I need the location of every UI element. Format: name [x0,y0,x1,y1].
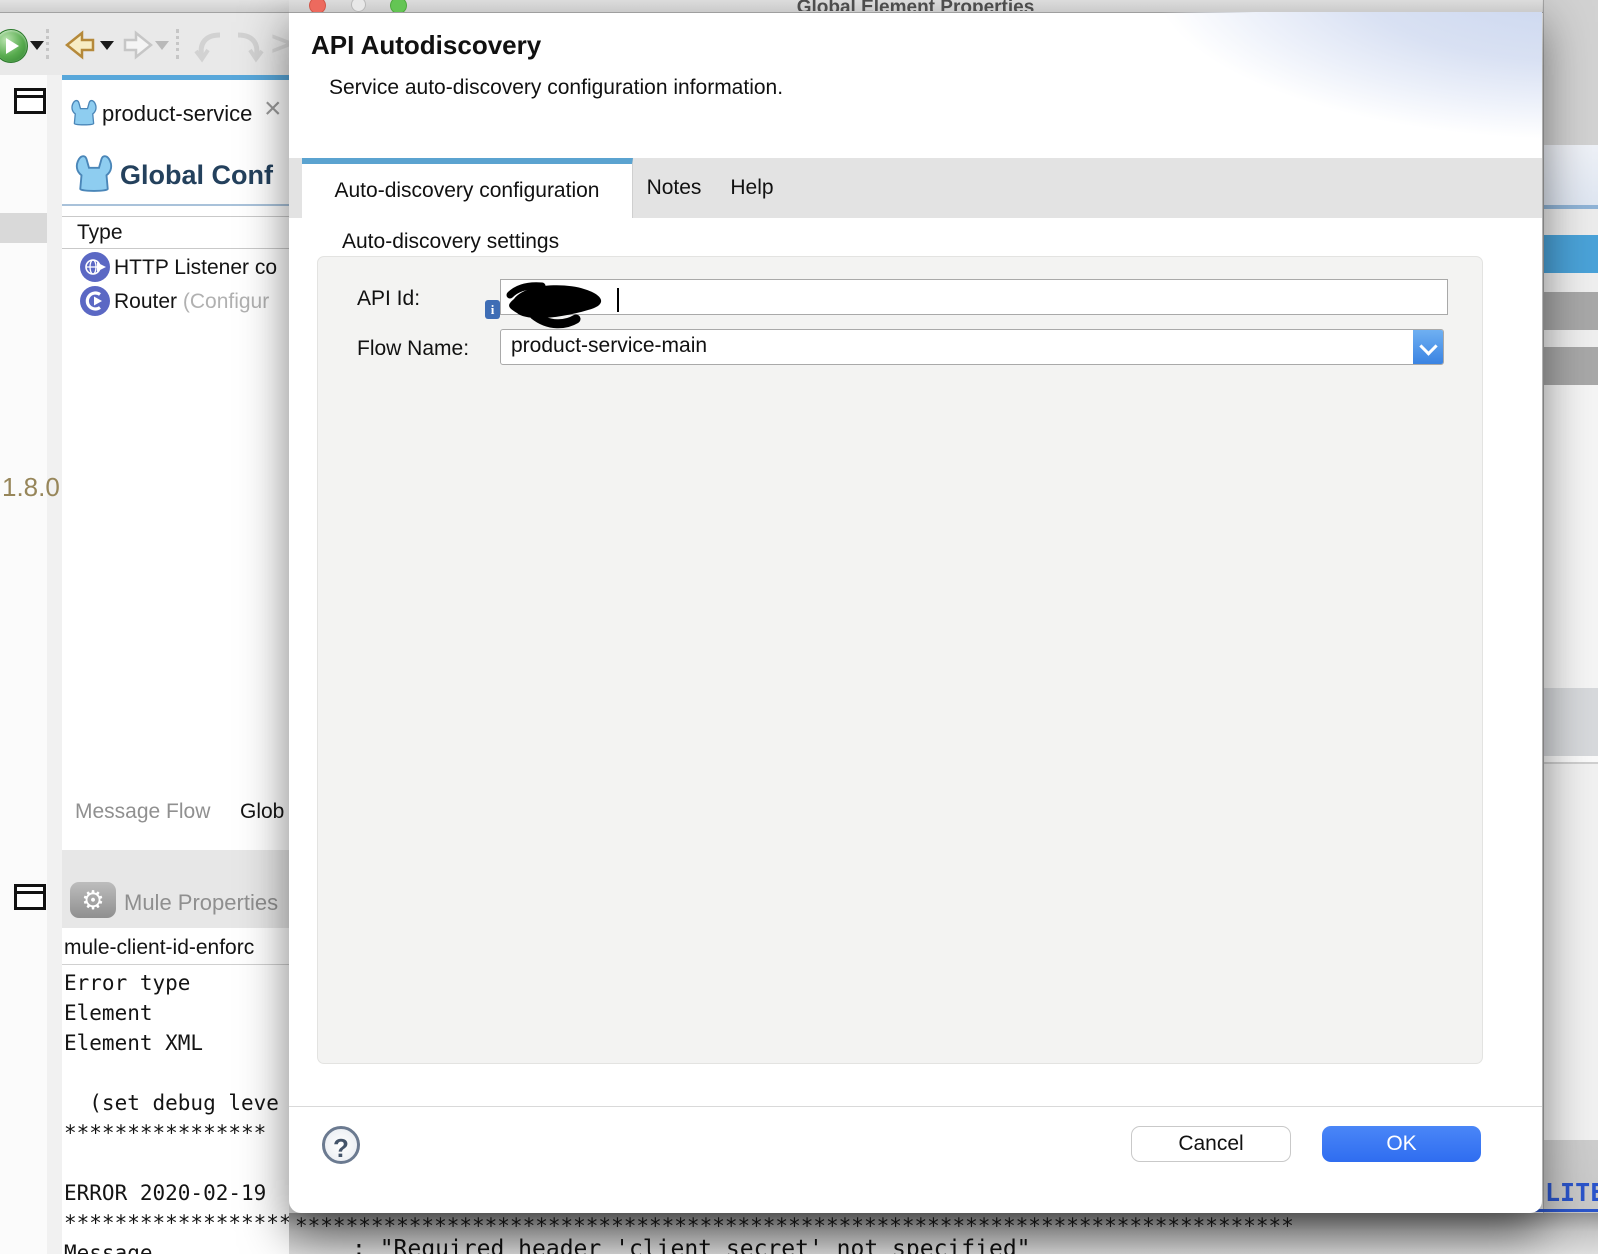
palette-segment [1544,385,1598,688]
cancel-button[interactable]: Cancel [1131,1126,1291,1162]
console-line: ******************* [64,1211,305,1235]
palette-divider [1544,756,1598,764]
back-arrow-icon[interactable] [60,28,96,62]
divider [62,248,289,249]
settings-group-label: Auto-discovery settings [342,230,560,253]
close-icon[interactable]: × [264,92,282,126]
palette-segment [1544,330,1598,347]
close-traffic-light[interactable] [309,0,326,12]
console-asterisk-row: ****************************************… [295,1216,1295,1236]
tab-mule-properties[interactable]: Mule Properties [124,890,278,916]
row-label: HTTP Listener co [114,256,278,279]
left-minimized-strip [0,75,47,1254]
palette-item[interactable] [1544,347,1598,385]
heading-divider [62,204,289,206]
console-line: Message [64,1241,153,1254]
type-column-header: Type [77,221,123,244]
flow-name-label: Flow Name: [357,337,470,360]
undo-icon[interactable] [190,27,226,63]
restore-view-icon[interactable] [14,884,46,910]
tab-global-elements[interactable]: Glob [240,800,284,824]
palette-segment [1544,145,1598,205]
row-suffix: (Configur [177,290,270,313]
palette-item-selected[interactable] [1544,235,1598,273]
row-name: Router [114,290,178,313]
mule-icon [71,99,97,126]
editor-tab-label: product-service [102,101,253,126]
tab-message-flow[interactable]: Message Flow [75,800,210,824]
tab-label: Auto-discovery configuration [334,179,600,202]
left-gap [47,75,62,1254]
palette-item[interactable] [1544,292,1598,330]
palette-strip [1543,0,1598,1254]
version-label: 1.8.0 [2,472,60,502]
tab-label: Help [730,176,774,199]
dialog-heading: API Autodiscovery [311,30,542,60]
help-button[interactable]: ? [322,1126,360,1164]
console-line: **************** [64,1121,267,1145]
palette-item[interactable] [1544,688,1598,756]
back-dropdown-icon[interactable] [100,41,114,50]
question-mark-icon: ? [333,1133,349,1163]
http-listener-icon [80,252,110,282]
toolbar-separator [46,29,49,59]
tab-help[interactable]: Help [728,158,776,218]
api-id-label: API Id: [357,287,421,310]
tab-label: Notes [646,176,702,199]
zoom-traffic-light[interactable] [390,0,407,12]
forward-dropdown-icon[interactable] [155,41,169,50]
divider [62,964,289,965]
palette-segment [1544,764,1598,1140]
api-id-input[interactable] [500,279,1448,315]
ide-toolbar: > [0,13,291,75]
run-dropdown-icon[interactable] [30,41,44,50]
canvas-heading: Global Conf [120,160,273,190]
cancel-label: Cancel [1178,1132,1244,1155]
info-glyph: i [490,302,495,317]
chevron-down-icon[interactable] [1413,330,1443,364]
editor-canvas: Global Conf Type HTTP Listener co Router… [62,142,289,850]
divider [62,216,289,217]
redaction-scribble [506,282,602,329]
console-line: ERROR 2020-02-19 [64,1181,267,1205]
console-error-message: : "Required header 'client_secret' not s… [352,1236,1031,1254]
ok-button[interactable]: OK [1322,1126,1481,1162]
flow-name-combo[interactable]: product-service-main [500,329,1444,365]
properties-row-label[interactable]: mule-client-id-enforc [64,936,254,960]
header-decoration [1112,12,1542,158]
console-line: Element [64,1001,153,1025]
clipped-toolbar-icon: > [271,25,291,63]
tab-notes[interactable]: Notes [642,158,706,218]
ok-label: OK [1386,1132,1417,1155]
console-line: Element XML [64,1031,204,1055]
global-element-properties-dialog: Global Element Properties API Autodiscov… [289,0,1542,1213]
palette-segment [1544,273,1598,292]
editor-tab-product-service[interactable]: product-service × [62,75,289,147]
screen: > 1.8.0 product-service × Global Conf Ty… [0,0,1598,1254]
palette-segment [1544,0,1598,145]
gear-icon: ⚙ [70,882,116,918]
router-icon [80,286,110,316]
dialog-title: Global Element Properties [796,0,1035,11]
console-line: (set debug leve [64,1091,279,1115]
mule-icon [75,155,113,192]
properties-tab-bar: ⚙ Mule Properties [62,850,289,928]
console-line: Error type [64,971,191,995]
footer-separator [289,1106,1542,1107]
run-icon [0,29,28,63]
info-icon[interactable]: i [485,300,500,319]
forward-arrow-icon[interactable] [122,28,158,62]
dialog-tabstrip: Auto-discovery configuration Notes Help [289,158,1542,218]
flow-name-value: product-service-main [511,334,708,357]
gear-glyph: ⚙ [81,884,105,915]
left-strip-divider [0,213,47,243]
settings-group-panel [317,256,1483,1064]
palette-segment [1544,209,1598,235]
restore-view-icon[interactable] [14,88,46,114]
toolbar-separator [176,29,179,59]
tab-autodiscovery-configuration[interactable]: Auto-discovery configuration [302,158,633,218]
redo-icon[interactable] [232,27,268,63]
dialog-subtitle: Service auto-discovery configuration inf… [329,76,784,99]
row-label: Router (Configur [114,290,269,314]
